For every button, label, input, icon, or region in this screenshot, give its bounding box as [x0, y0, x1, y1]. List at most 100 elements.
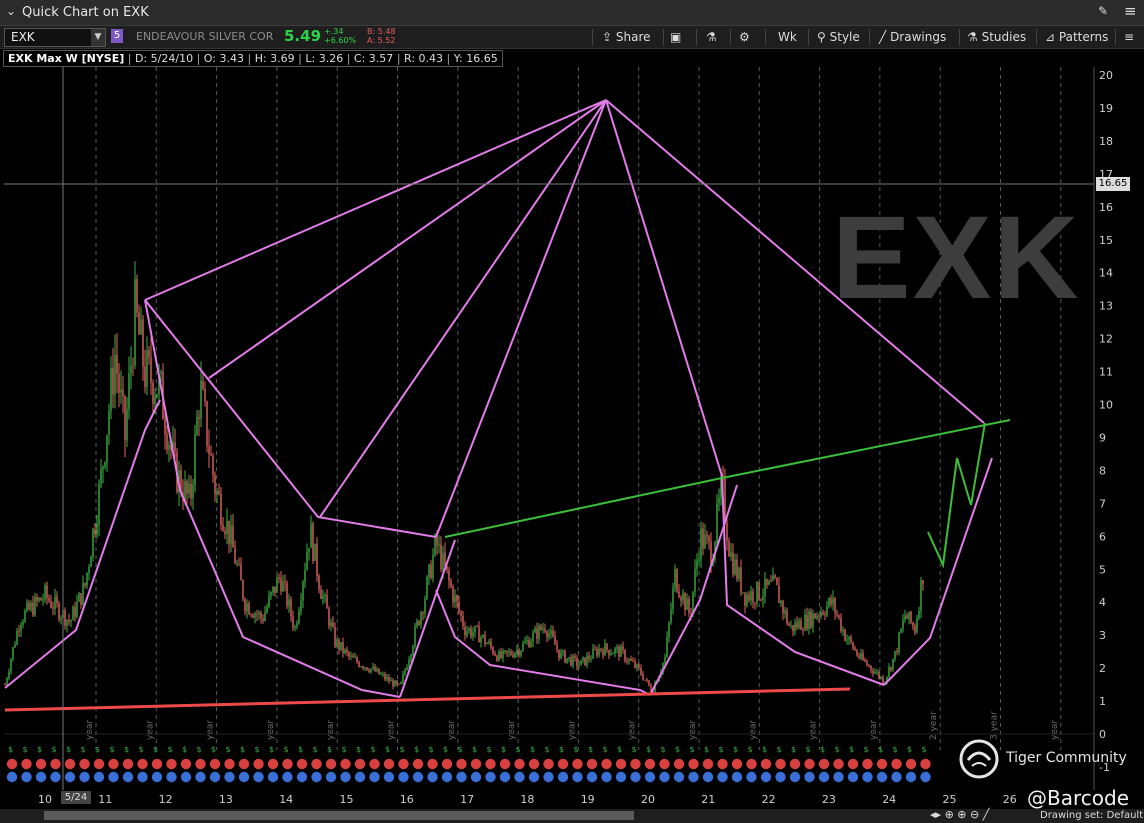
symbol-input[interactable]: EXK ▼ [4, 28, 106, 47]
earnings-marker-blue [818, 771, 830, 783]
collapse-chevron-icon[interactable]: ⌄ [6, 4, 16, 18]
candle-body [888, 667, 890, 677]
candle-body [668, 622, 670, 637]
candle-body [878, 671, 880, 678]
earnings-marker-red [702, 758, 714, 770]
dividend-marker: $ [922, 745, 927, 754]
candle-body [394, 680, 396, 687]
aggregation-button[interactable]: Wk [778, 28, 797, 46]
low-readout: L: 3.26 [305, 52, 344, 65]
earnings-marker-red [398, 758, 409, 770]
candle-body [634, 661, 636, 668]
dividend-marker: $ [313, 745, 318, 754]
earnings-marker-red [862, 758, 873, 770]
dividend-marker: $ [748, 745, 753, 754]
candle-body [212, 455, 214, 476]
candle-body [696, 560, 698, 569]
candle-body [546, 631, 548, 638]
candle-body [642, 674, 644, 680]
candle-body [904, 615, 906, 620]
candle-body [278, 577, 280, 579]
crosshair-date-chip: 5/24 [61, 791, 91, 804]
candle-body [228, 520, 230, 544]
earnings-marker-red [108, 758, 119, 770]
earnings-marker-red [746, 758, 757, 770]
scroll-right-icon[interactable]: ▸ [936, 808, 942, 821]
earnings-marker-blue [659, 771, 670, 783]
high-readout: H: 3.69 [254, 52, 295, 65]
candle-body [450, 580, 452, 587]
menu-icon[interactable]: ≡ [1124, 2, 1137, 20]
zoom-out-icon[interactable]: ⊖ [970, 808, 979, 821]
candle-body [824, 614, 826, 616]
studies-button[interactable]: ⚗ Studies [967, 28, 1026, 46]
grid-lines: year year year year year year year year year year… [4, 67, 1094, 750]
candle-body [708, 536, 710, 542]
red-support-line [4, 687, 851, 712]
dividend-marker: $ [385, 745, 390, 754]
dividend-marker: $ [487, 745, 492, 754]
candle-body [488, 641, 490, 644]
candle-body [196, 417, 198, 435]
patterns-button[interactable]: ⊿ Patterns [1045, 28, 1108, 46]
lower-channel [435, 589, 651, 696]
candle-body [374, 666, 376, 672]
candle-body [74, 607, 76, 617]
earnings-marker-blue [920, 771, 931, 783]
candle-body [6, 678, 8, 685]
link-group-badge[interactable]: 5 [111, 29, 123, 43]
candle-body [68, 619, 70, 622]
news-icon[interactable]: ▣ [670, 28, 681, 46]
dividend-marker: $ [777, 745, 782, 754]
pan-icon[interactable]: ⊕ [945, 808, 954, 821]
candle-body [462, 615, 464, 627]
symbol-dropdown-icon[interactable]: ▼ [91, 29, 105, 46]
earnings-marker-red [79, 758, 90, 770]
zoom-in-icon[interactable]: ⊕ [957, 808, 966, 821]
candle-body [106, 435, 108, 463]
dividend-marker: $ [907, 745, 912, 754]
candle-body [694, 568, 696, 593]
candle-body [616, 647, 618, 649]
dividend-marker: $ [530, 745, 535, 754]
candle-body [822, 612, 824, 615]
candle-body [764, 578, 766, 597]
candle-body [390, 680, 392, 682]
window-title: Quick Chart on EXK [22, 5, 149, 20]
candle-body [486, 643, 488, 645]
drawings-button[interactable]: ╱ Drawings [879, 28, 946, 46]
dividend-marker: $ [632, 745, 637, 754]
earnings-marker-blue [673, 771, 685, 783]
candle-body [46, 585, 48, 598]
flask-icon[interactable]: ⚗ [706, 28, 717, 46]
dividend-marker: $ [791, 745, 796, 754]
horizontal-scrollbar[interactable] [44, 811, 634, 820]
candle-body [492, 647, 494, 654]
candle-body [388, 677, 390, 682]
candle-body [24, 610, 26, 622]
candle-body [750, 591, 752, 601]
more-menu-icon[interactable]: ≡ [1124, 28, 1134, 46]
price-axis-label: 12 [1099, 333, 1113, 346]
candle-body [350, 655, 352, 657]
share-button[interactable]: ⇪ Share [602, 28, 651, 46]
earnings-marker-blue [615, 771, 627, 783]
dividend-marker: $ [733, 745, 738, 754]
earnings-marker-red [499, 758, 511, 770]
dividend-marker: $ [8, 745, 13, 754]
fib-fan-line [435, 99, 607, 538]
price-chart[interactable]: year year year year year year year year year year… [0, 67, 1144, 809]
earnings-marker-blue [21, 771, 32, 783]
fib-fan-line [208, 99, 607, 379]
pin-icon[interactable]: ✎ [1098, 4, 1108, 18]
candle-body [468, 628, 470, 632]
candle-body [134, 279, 136, 366]
candle-body [112, 367, 114, 395]
settings-gear-icon[interactable]: ⚙ [739, 28, 750, 46]
dividend-marker: $ [66, 745, 71, 754]
draw-line-icon[interactable]: ╱ [983, 808, 990, 821]
earnings-marker-red [615, 758, 627, 770]
candle-body [742, 592, 744, 594]
candle-body [730, 552, 732, 557]
style-button[interactable]: ⚲ Style [817, 28, 860, 46]
